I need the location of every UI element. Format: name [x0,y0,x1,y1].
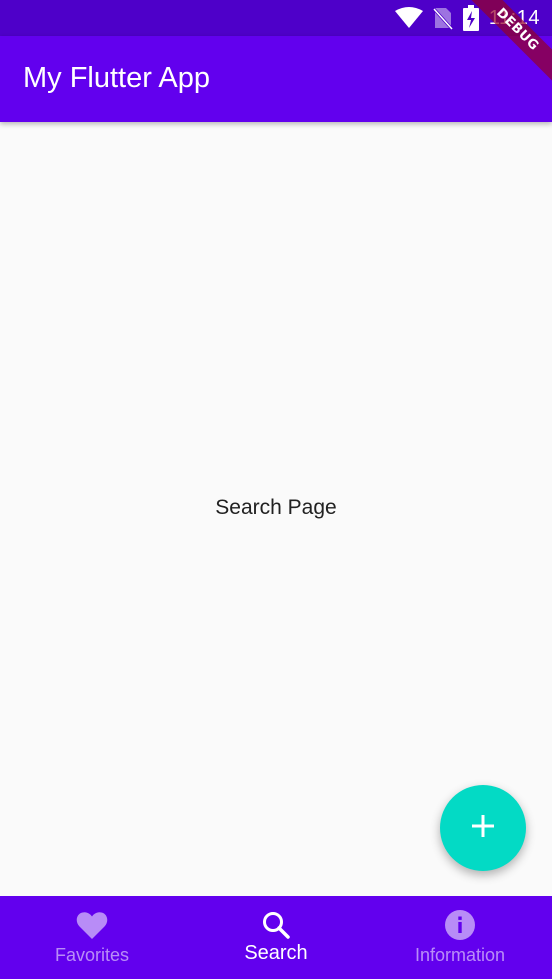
status-bar: 11:14 [0,0,552,36]
wifi-icon [394,7,423,29]
nav-label-information: Information [414,945,506,965]
app-title: My Flutter App [23,62,210,94]
nav-label-search: Search [244,942,308,964]
heart-icon [76,908,108,942]
search-icon [261,908,291,942]
app-bar: My Flutter App [0,36,552,122]
nav-item-information[interactable]: Information [368,896,552,979]
nav-item-favorites[interactable]: Favorites [0,896,184,979]
add-fab-button[interactable] [440,785,526,871]
no-sim-icon [432,6,453,30]
page-body: Search Page [0,122,552,896]
plus-icon [470,813,496,844]
bottom-navigation-bar: Favorites Search Information [0,896,552,979]
page-text: Search Page [215,496,337,519]
battery-charging-icon [462,5,479,31]
app-screen: 11:14 My Flutter App DEBUG Search Page F… [0,0,552,979]
info-icon [444,908,476,942]
nav-label-favorites: Favorites [54,945,130,965]
nav-item-search[interactable]: Search [184,896,368,979]
